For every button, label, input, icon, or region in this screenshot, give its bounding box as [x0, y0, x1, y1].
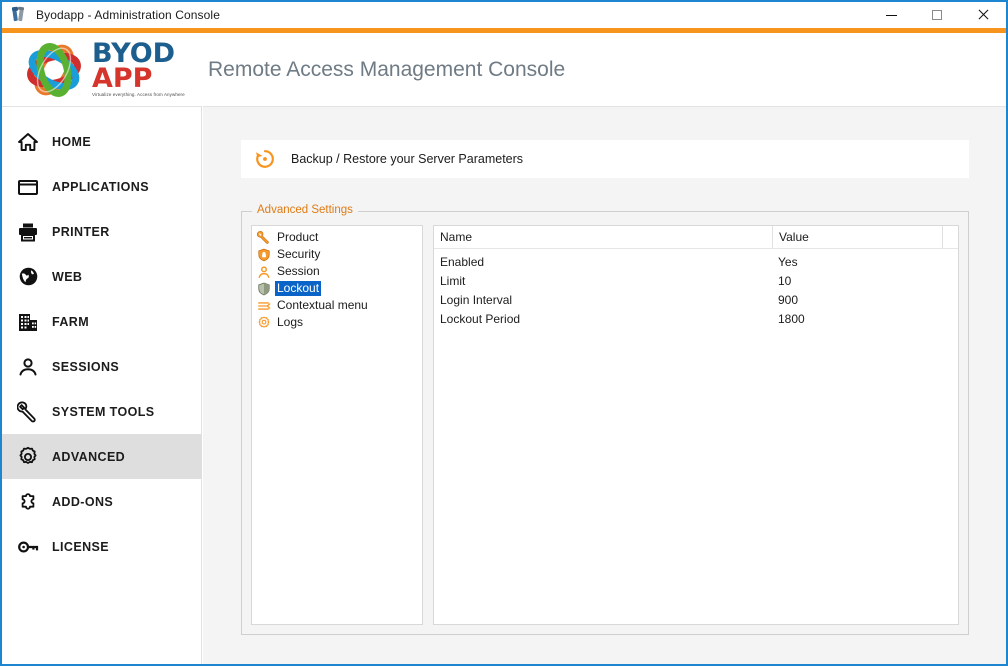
table-row[interactable]: Lockout Period 1800: [434, 309, 958, 328]
tree-item-label: Security: [277, 247, 321, 261]
sidebar-item-label: WEB: [52, 269, 83, 284]
tree-item-contextual-menu[interactable]: Contextual menu: [252, 297, 422, 314]
key-icon: [14, 533, 42, 561]
sidebar-item-label: HOME: [52, 134, 92, 149]
close-icon: [977, 9, 989, 21]
banner-label: Backup / Restore your Server Parameters: [291, 152, 524, 166]
tree-item-label: Contextual menu: [277, 298, 368, 312]
tools-icon: [11, 6, 27, 23]
sidebar-item-license[interactable]: LICENSE: [2, 524, 201, 569]
globe-icon: [14, 263, 42, 291]
tree-item-label: Session: [277, 264, 320, 278]
advanced-settings-groupbox: Advanced Settings Product Security Sessi…: [241, 204, 969, 635]
cell-name: Login Interval: [440, 292, 513, 307]
tree-item-lockout[interactable]: Lockout: [252, 280, 422, 297]
cell-value: 10: [778, 273, 792, 288]
puzzle-icon: [14, 488, 42, 516]
grid-body: Enabled Yes Limit 10 Login Interval 900: [434, 249, 958, 328]
building-icon: [14, 308, 42, 336]
content-area: Backup / Restore your Server Parameters …: [203, 106, 1006, 664]
printer-icon: [14, 218, 42, 246]
minimize-icon: [885, 14, 897, 16]
shield-orange-icon: [256, 247, 271, 262]
sidebar-item-label: ADD-ONS: [52, 494, 114, 509]
minimize-button[interactable]: [868, 2, 914, 28]
cell-name: Enabled: [440, 254, 485, 269]
tree-item-session[interactable]: Session: [252, 263, 422, 280]
settings-grid[interactable]: Name Value Enabled Yes Limit 10 Login In…: [433, 225, 959, 625]
sidebar-item-label: SESSIONS: [52, 359, 120, 374]
page-title: Remote Access Management Console: [208, 57, 566, 81]
tree-item-label: Lockout: [275, 281, 322, 296]
shield-gray-icon: [256, 281, 271, 296]
logo: BYOD APP Virtualize everything. Access f…: [2, 33, 188, 106]
table-row[interactable]: Login Interval 900: [434, 290, 958, 309]
tree-item-product[interactable]: Product: [252, 229, 422, 246]
window-icon: [14, 173, 42, 201]
sidebar-item-label: APPLICATIONS: [52, 179, 149, 194]
sidebar-item-applications[interactable]: APPLICATIONS: [2, 164, 201, 209]
sidebar-item-web[interactable]: WEB: [2, 254, 201, 299]
maximize-icon: [932, 10, 942, 20]
close-button[interactable]: [960, 2, 1006, 28]
cell-name: Limit: [440, 273, 466, 288]
cell-value: 1800: [778, 311, 805, 326]
list-orange-icon: [256, 298, 271, 313]
restore-circular-arrow-icon: [253, 147, 277, 171]
brand-header: BYOD APP Virtualize everything. Access f…: [2, 33, 1006, 106]
column-header-value[interactable]: Value: [772, 226, 942, 248]
tree-item-label: Logs: [277, 315, 304, 329]
cell-name: Lockout Period: [440, 311, 521, 326]
table-row[interactable]: Enabled Yes: [434, 252, 958, 271]
table-row[interactable]: Limit 10: [434, 271, 958, 290]
application-window: Byodapp - Administration Console BYOD AP…: [0, 0, 1008, 666]
column-header-extra[interactable]: [942, 226, 958, 248]
sidebar-item-label: SYSTEM TOOLS: [52, 404, 155, 419]
gear-icon: [14, 443, 42, 471]
sidebar-item-farm[interactable]: FARM: [2, 299, 201, 344]
maximize-button[interactable]: [914, 2, 960, 28]
user-orange-icon: [256, 264, 271, 279]
tree-item-label: Product: [277, 230, 319, 244]
home-icon: [14, 128, 42, 156]
sidebar-nav: HOME APPLICATIONS PRINTER WEB FARM SESSI…: [2, 106, 202, 664]
user-icon: [14, 353, 42, 381]
tree-item-security[interactable]: Security: [252, 246, 422, 263]
window-controls: [868, 2, 1006, 28]
sidebar-item-home[interactable]: HOME: [2, 119, 201, 164]
sidebar-item-label: ADVANCED: [52, 449, 126, 464]
groupbox-legend: Advanced Settings: [252, 204, 358, 216]
sidebar-item-sessions[interactable]: SESSIONS: [2, 344, 201, 389]
logo-line-app: APP: [92, 63, 153, 94]
sidebar-item-advanced[interactable]: ADVANCED: [2, 434, 201, 479]
wrench-icon: [14, 398, 42, 426]
gear-orange-icon: [256, 315, 271, 330]
sidebar-item-printer[interactable]: PRINTER: [2, 209, 201, 254]
sidebar-item-add-ons[interactable]: ADD-ONS: [2, 479, 201, 524]
byodapp-swirl-logo-icon: [22, 41, 86, 99]
wrench-orange-icon: [256, 230, 271, 245]
sidebar-item-system-tools[interactable]: SYSTEM TOOLS: [2, 389, 201, 434]
logo-tagline: Virtualize everything. Access from Anywh…: [92, 92, 185, 97]
sidebar-item-label: FARM: [52, 314, 90, 329]
tree-item-logs[interactable]: Logs: [252, 314, 422, 331]
grid-header-row: Name Value: [434, 226, 958, 249]
window-title: Byodapp - Administration Console: [36, 8, 220, 22]
column-header-name[interactable]: Name: [434, 226, 772, 248]
sidebar-item-label: LICENSE: [52, 539, 109, 554]
sidebar-item-label: PRINTER: [52, 224, 110, 239]
title-bar: Byodapp - Administration Console: [2, 2, 1006, 28]
logo-wordmark: BYOD APP Virtualize everything. Access f…: [92, 40, 185, 98]
cell-value: Yes: [778, 254, 798, 269]
cell-value: 900: [778, 292, 799, 307]
backup-restore-banner[interactable]: Backup / Restore your Server Parameters: [241, 140, 969, 178]
settings-tree[interactable]: Product Security Session Lockout Context…: [251, 225, 423, 625]
